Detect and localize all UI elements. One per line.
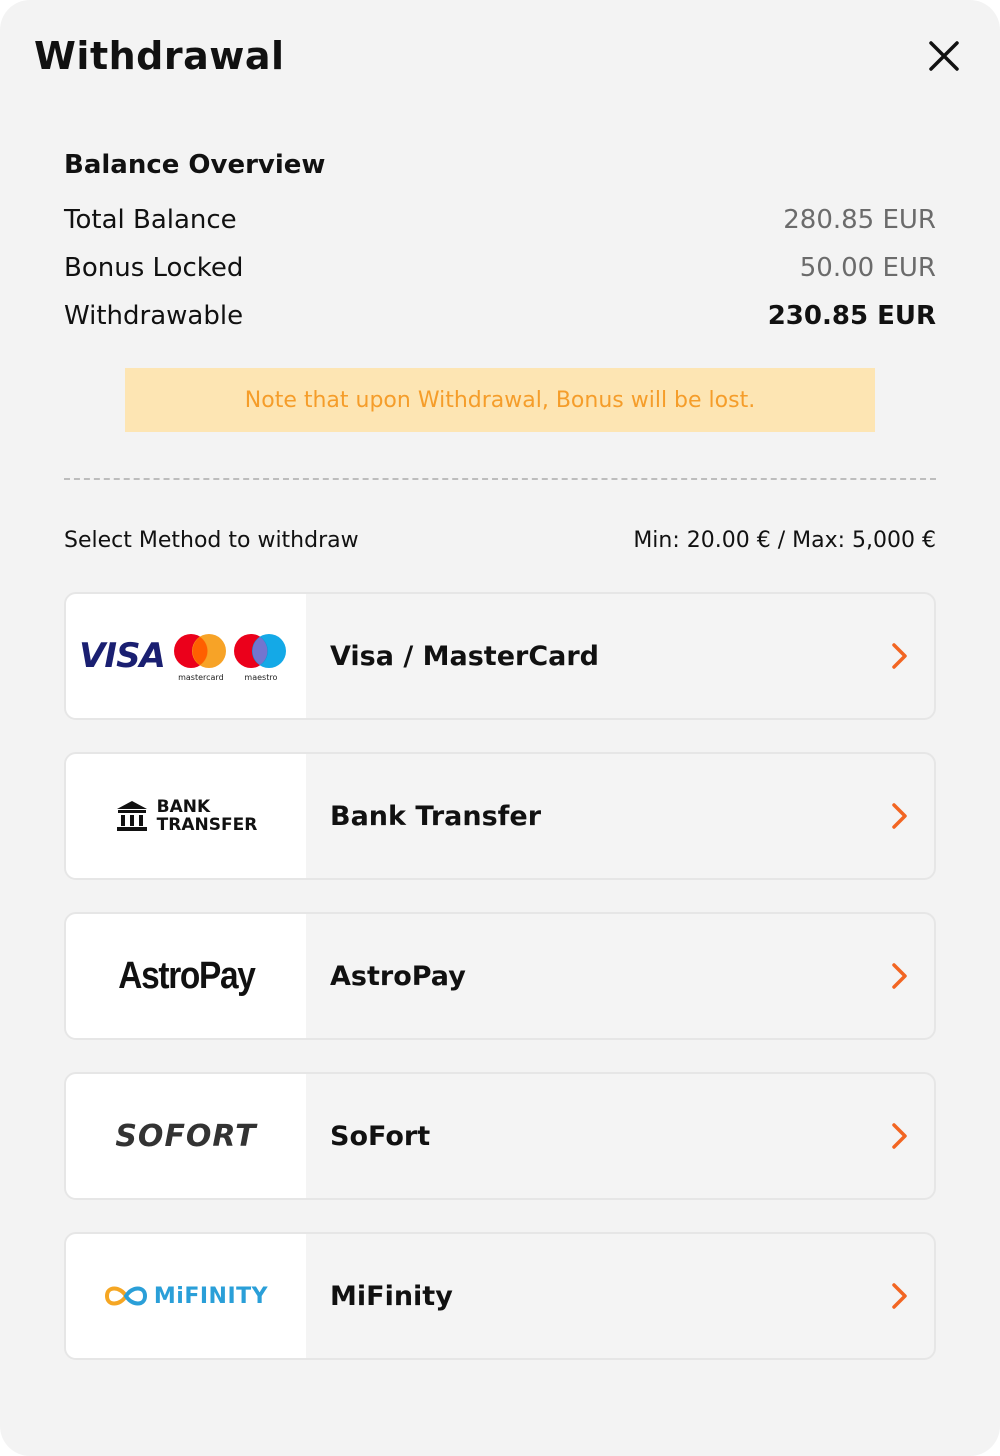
page-title: Withdrawal: [34, 34, 285, 78]
close-icon: [929, 41, 959, 71]
total-balance-label: Total Balance: [64, 205, 237, 235]
infinity-icon: [104, 1286, 147, 1306]
chevron-right-icon: [892, 963, 907, 989]
bank-logo-line2: TRANSFER: [156, 815, 258, 835]
withdrawal-modal: Withdrawal Balance Overview Total Balanc…: [0, 0, 1000, 1456]
bank-transfer-logo: BANK TRANSFER: [66, 754, 306, 878]
maestro-logo: maestro: [233, 633, 289, 682]
chevron-right-icon: [892, 643, 907, 669]
total-balance-value: 280.85 EUR: [783, 205, 936, 235]
mastercard-caption: mastercard: [178, 673, 224, 682]
bank-transfer-logo-text: BANK TRANSFER: [157, 798, 258, 834]
method-visa-mastercard[interactable]: VISA mastercard maestro Visa / MasterCar…: [64, 592, 936, 720]
select-method-label: Select Method to withdraw: [64, 528, 359, 553]
method-name: Visa / MasterCard: [330, 640, 599, 672]
bonus-locked-value: 50.00 EUR: [799, 253, 936, 283]
mifinity-logo-text: MiFINITY: [153, 1283, 269, 1309]
visa-logo: VISA: [79, 636, 166, 676]
method-name: Bank Transfer: [330, 800, 542, 832]
maestro-circles-icon: [233, 634, 286, 668]
mifinity-logo: MiFINITY: [66, 1234, 306, 1358]
chevron-right-icon: [892, 1283, 907, 1309]
withdrawable-row: Withdrawable 230.85 EUR: [64, 298, 936, 334]
withdraw-limits: Min: 20.00 € / Max: 5,000 €: [633, 528, 936, 553]
withdrawable-label: Withdrawable: [64, 301, 244, 331]
method-sofort[interactable]: SOFORT SoFort: [64, 1072, 936, 1200]
section-divider: [64, 478, 936, 480]
sofort-logo-text: SOFORT: [115, 1118, 257, 1154]
method-name: SoFort: [330, 1120, 431, 1152]
astropay-logo: AstroPay: [66, 914, 306, 1038]
chevron-right-icon: [892, 803, 907, 829]
method-header: Select Method to withdraw Min: 20.00 € /…: [64, 528, 936, 553]
method-bank-transfer[interactable]: BANK TRANSFER Bank Transfer: [64, 752, 936, 880]
bonus-locked-row: Bonus Locked 50.00 EUR: [64, 250, 936, 286]
method-astropay[interactable]: AstroPay AstroPay: [64, 912, 936, 1040]
balance-overview-title: Balance Overview: [64, 150, 326, 180]
bank-logo-line1: BANK: [156, 797, 211, 817]
method-name: MiFinity: [330, 1280, 453, 1312]
bonus-locked-label: Bonus Locked: [64, 253, 244, 283]
chevron-right-icon: [892, 1123, 907, 1149]
mastercard-logo: mastercard: [173, 633, 229, 682]
method-mifinity[interactable]: MiFINITY MiFinity: [64, 1232, 936, 1360]
total-balance-row: Total Balance 280.85 EUR: [64, 202, 936, 238]
withdrawable-value: 230.85 EUR: [767, 301, 936, 331]
method-name: AstroPay: [330, 960, 466, 992]
bonus-loss-notice: Note that upon Withdrawal, Bonus will be…: [125, 368, 875, 432]
sofort-logo: SOFORT: [66, 1074, 306, 1198]
maestro-caption: maestro: [244, 673, 278, 682]
close-button[interactable]: [922, 34, 966, 78]
astropay-logo-text: AstroPay: [117, 954, 256, 997]
mastercard-circles-icon: [173, 634, 226, 668]
bank-building-icon: [116, 801, 147, 831]
visa-mastercard-logo: VISA mastercard maestro: [66, 594, 306, 718]
